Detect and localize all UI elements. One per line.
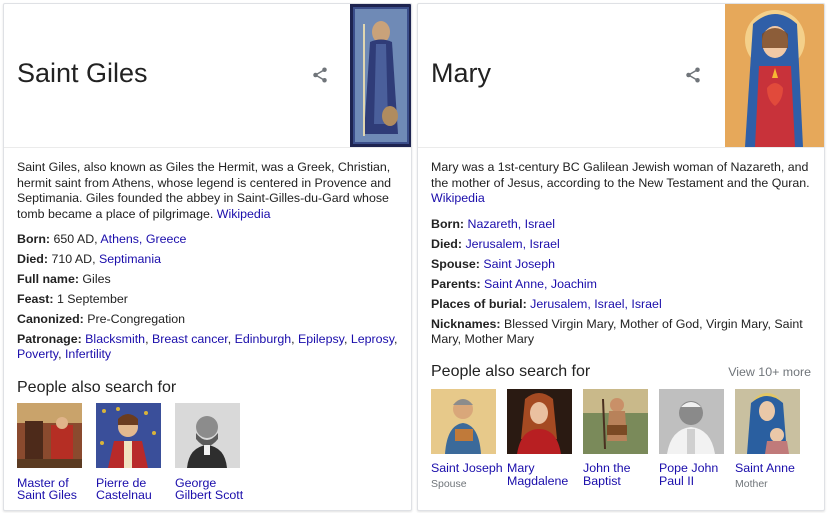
person-name[interactable]: Mary Magdalene <box>507 462 583 487</box>
description-text: Mary was a 1st-century BC Galilean Jewis… <box>431 160 810 190</box>
people-also-search-header: People also search for <box>17 378 398 396</box>
person-thumbnail-image <box>735 388 800 454</box>
person-card[interactable]: Pope John Paul II <box>659 388 735 492</box>
wikipedia-link[interactable]: Wikipedia <box>217 207 271 221</box>
fact-places-of-burial: Places of burial: Jerusalem, Israel, Isr… <box>431 297 811 312</box>
person-card[interactable]: Master of Saint Giles <box>17 403 96 501</box>
died-place-link[interactable]: Jerusalem, Israel <box>465 237 559 251</box>
section-title: People also search for <box>431 363 591 381</box>
died-place-link[interactable]: Septimania <box>99 252 161 266</box>
fact-label: Full name: <box>17 272 79 287</box>
description: Saint Giles, also known as Giles the Her… <box>17 160 398 222</box>
share-icon[interactable] <box>684 66 702 84</box>
panel-header: Saint Giles <box>4 4 411 148</box>
person-card[interactable]: Pierre de Castelnau <box>96 403 175 501</box>
panel-body: Saint Giles, also known as Giles the Her… <box>4 148 411 501</box>
person-thumbnail-image <box>583 388 648 454</box>
fact-label: Born: <box>431 216 465 231</box>
fact-label: Nicknames: <box>431 316 501 331</box>
fact-born: Born: Nazareth, Israel <box>431 217 811 232</box>
fact-label: Spouse: <box>431 256 480 271</box>
people-carousel: Master of Saint Giles Pierre de Castelna… <box>17 403 398 501</box>
fact-value: 1 September <box>56 292 128 307</box>
person-name[interactable]: Pierre de Castelnau <box>96 477 175 502</box>
person-thumbnail-image <box>431 388 496 454</box>
person-name[interactable]: Pope John Paul II <box>659 462 735 487</box>
patronage-link[interactable]: Poverty <box>17 347 58 361</box>
panel-body: Mary was a 1st-century BC Galilean Jewis… <box>418 148 824 492</box>
person-thumbnail-image <box>96 403 161 469</box>
person-relation: Mother <box>735 477 768 490</box>
fact-label: Died: <box>17 252 48 267</box>
share-icon[interactable] <box>311 66 329 84</box>
panel-title: Mary <box>431 58 491 88</box>
fact-spouse: Spouse: Saint Joseph <box>431 257 811 272</box>
wikipedia-link[interactable]: Wikipedia <box>431 191 485 205</box>
patronage-link[interactable]: Epilepsy <box>298 332 344 346</box>
patronage-link[interactable]: Blacksmith <box>85 332 145 346</box>
person-name[interactable]: Saint Anne <box>735 462 811 475</box>
fact-value: Giles <box>82 272 111 287</box>
fact-label: Canonized: <box>17 312 84 327</box>
person-thumbnail-image <box>507 388 572 454</box>
panel-header: Mary <box>418 4 824 148</box>
fact-label: Born: <box>17 232 51 246</box>
fact-label: Feast: <box>17 292 54 307</box>
person-relation: Spouse <box>431 477 467 490</box>
person-card[interactable]: Saint Joseph Spouse <box>431 388 507 492</box>
section-title: People also search for <box>17 378 177 396</box>
people-carousel: Saint Joseph Spouse Mary Magdalene John … <box>431 388 811 492</box>
person-thumbnail-image <box>659 388 724 454</box>
born-place-link[interactable]: Athens, Greece <box>100 232 186 246</box>
person-thumbnail-image <box>17 403 82 469</box>
knowledge-panel-saint-giles: Saint Giles Saint Giles, also known as G… <box>3 3 412 511</box>
fact-label: Patronage: <box>17 332 82 347</box>
born-place-link[interactable]: Nazareth, Israel <box>468 217 555 231</box>
fact-parents: Parents: Saint Anne, Joachim <box>431 277 811 292</box>
mary-painting-image[interactable] <box>725 4 824 147</box>
fact-canonized: Canonized: Pre-Congregation <box>17 312 398 327</box>
fact-feast: Feast: 1 September <box>17 292 398 307</box>
patronage-link[interactable]: Infertility <box>65 347 111 361</box>
person-thumbnail-image <box>175 403 240 469</box>
people-also-search-header: People also search for View 10+ more <box>431 364 811 381</box>
fact-label: Parents: <box>431 276 481 291</box>
person-name[interactable]: Saint Joseph <box>431 462 507 475</box>
fact-nicknames: Nicknames: Blessed Virgin Mary, Mother o… <box>431 317 811 346</box>
fact-died: Died: Jerusalem, Israel <box>431 237 811 252</box>
patronage-link[interactable]: Breast cancer <box>152 332 228 346</box>
fact-born: Born: 650 AD, Athens, Greece <box>17 232 398 247</box>
knowledge-panel-mary: Mary Mary was a 1st-century BC Galilean … <box>417 3 825 511</box>
spouse-link[interactable]: Saint Joseph <box>483 257 555 271</box>
person-card[interactable]: Mary Magdalene <box>507 388 583 492</box>
description: Mary was a 1st-century BC Galilean Jewis… <box>431 160 811 207</box>
fact-value: Pre-Congregation <box>87 312 186 327</box>
fact-label: Places of burial: <box>431 296 527 311</box>
saint-giles-painting-image[interactable] <box>350 4 412 147</box>
person-name[interactable]: John the Baptist <box>583 462 659 487</box>
fact-value: 650 AD, <box>53 232 101 246</box>
person-name[interactable]: George Gilbert Scott <box>175 477 254 502</box>
person-name[interactable]: Master of Saint Giles <box>17 477 96 502</box>
panel-title: Saint Giles <box>17 58 148 88</box>
fact-value: 710 AD, <box>51 252 99 267</box>
fact-label: Died: <box>431 236 462 251</box>
burial-place-link[interactable]: Jerusalem, Israel, Israel <box>530 297 662 311</box>
fact-full-name: Full name: Giles <box>17 272 398 287</box>
fact-died: Died: 710 AD, Septimania <box>17 252 398 267</box>
person-card[interactable]: John the Baptist <box>583 388 659 492</box>
description-text: Saint Giles, also known as Giles the Her… <box>17 160 391 221</box>
patronage-link[interactable]: Leprosy <box>351 332 394 346</box>
parents-link[interactable]: Saint Anne, Joachim <box>484 277 597 291</box>
person-card[interactable]: Saint Anne Mother <box>735 388 811 492</box>
patronage-link[interactable]: Edinburgh <box>235 332 292 346</box>
view-more-link[interactable]: View 10+ more <box>728 365 811 381</box>
fact-patronage: Patronage: Blacksmith, Breast cancer, Ed… <box>17 332 398 362</box>
person-card[interactable]: George Gilbert Scott <box>175 403 254 501</box>
